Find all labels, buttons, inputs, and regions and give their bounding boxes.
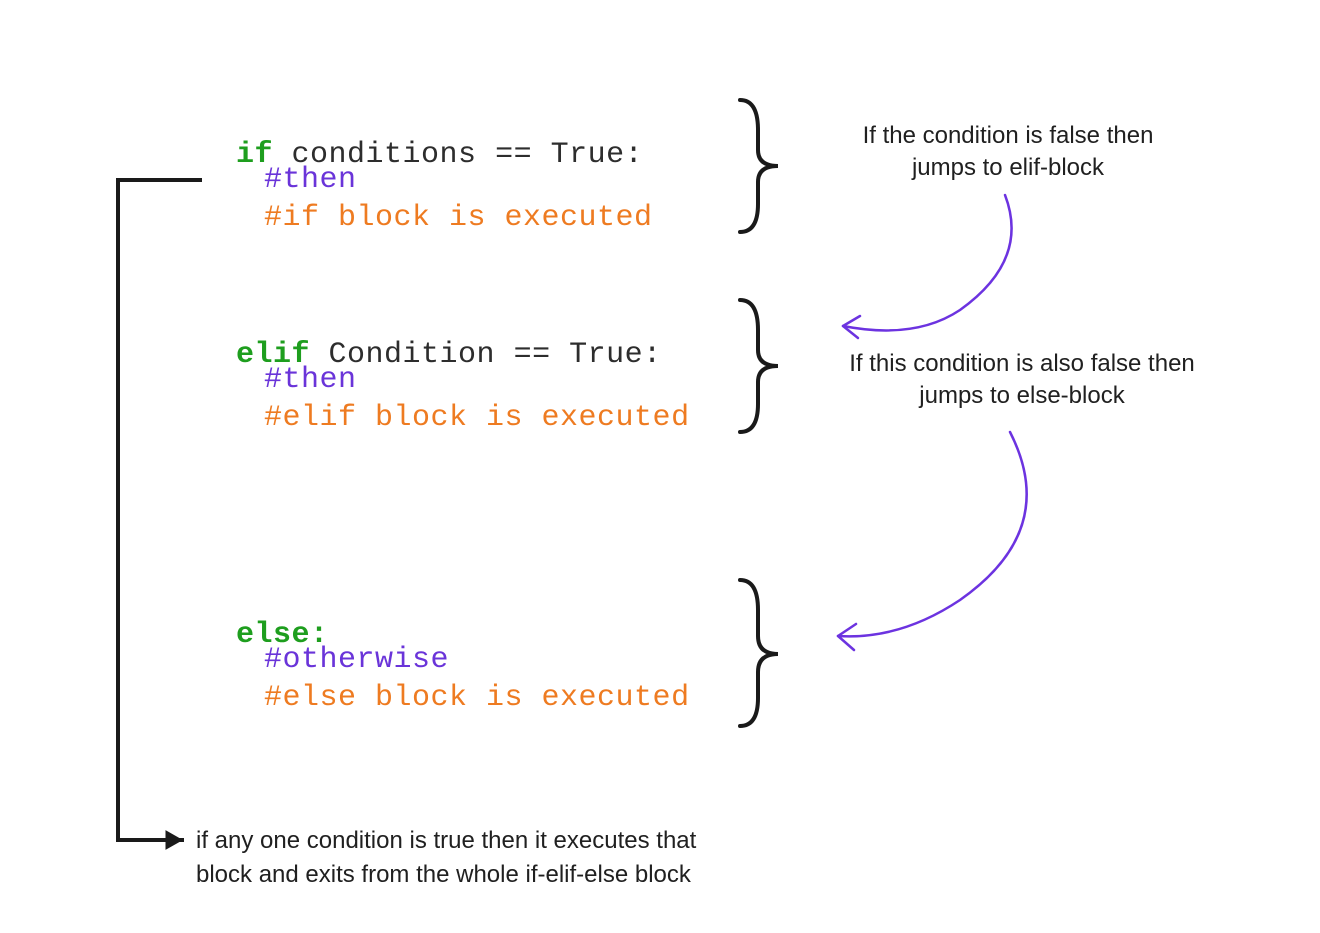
elif-comment-exec: #elif block is executed [264, 401, 690, 435]
elif-statement: elif Condition == True: [199, 304, 662, 372]
else-comment-otherwise: #otherwise [264, 643, 449, 677]
if-comment-exec: #if block is executed [264, 201, 653, 235]
brace-elif [740, 300, 778, 432]
if-false-note: If the condition is false thenjumps to e… [798, 120, 1218, 185]
if-statement: if conditions == True: [199, 104, 643, 172]
elif-comment-then: #then [264, 363, 357, 397]
arrow-if-to-elif [843, 195, 1012, 330]
elif-false-note: If this condition is also false thenjump… [792, 348, 1252, 413]
bottom-summary-note: if any one condition is true then it exe… [196, 824, 896, 891]
arrow-elif-to-else [838, 432, 1027, 636]
else-statement: else: [199, 584, 329, 652]
brace-if [740, 100, 778, 232]
brace-else [740, 580, 778, 726]
elif-condition-text: Condition == True: [310, 338, 662, 372]
arrow-elif-to-else-head [838, 624, 856, 650]
exit-bracket [118, 180, 200, 840]
exit-arrow-head [166, 831, 182, 849]
if-comment-then: #then [264, 163, 357, 197]
else-comment-exec: #else block is executed [264, 681, 690, 715]
arrow-if-to-elif-head [843, 316, 860, 338]
